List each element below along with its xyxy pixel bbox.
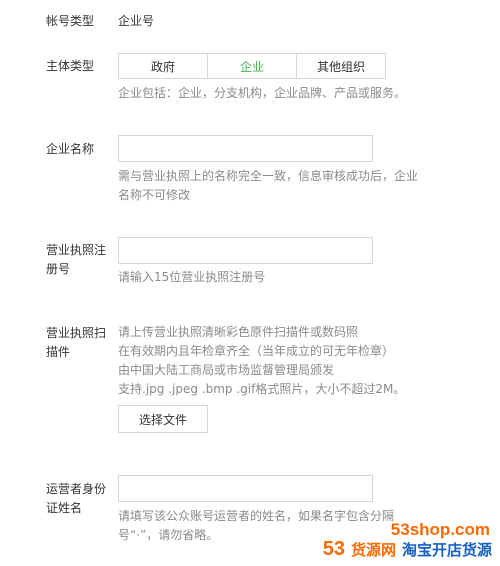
license-scan-hint-line4: 支持.jpg .jpeg .bmp .gif格式照片，大小不超过2M。 xyxy=(118,382,406,396)
license-scan-label-line2: 描件 xyxy=(46,345,71,359)
license-number-label-line1: 营业执照注 xyxy=(46,243,107,257)
entity-option-enterprise[interactable]: 企业 xyxy=(207,54,296,78)
operator-name-label-line1: 运营者身份 xyxy=(46,482,107,496)
license-scan-hint-line3: 由中国大陆工商局或市场监督管理局颁发 xyxy=(118,363,335,377)
license-scan-label-line1: 营业执照扫 xyxy=(46,326,107,340)
operator-name-hint-line1: 请填写该公众账号运营者的姓名，如果名字包含分隔 xyxy=(118,509,395,523)
license-number-label-line2: 册号 xyxy=(46,262,71,276)
entity-type-label: 主体类型 xyxy=(46,59,95,73)
license-number-input[interactable] xyxy=(118,237,373,264)
operator-name-hint-line2: 号“·”，请勿省略。 xyxy=(118,528,219,542)
entity-type-selector: 政府 企业 其他组织 xyxy=(118,53,386,79)
watermark-brand: 53 货源网 淘宝开店货源 xyxy=(323,538,492,561)
operator-name-label-line2: 证姓名 xyxy=(46,501,83,515)
company-name-hint-line1: 需与营业执照上的名称完全一致，信息审核成功后，企业 xyxy=(118,169,419,183)
watermark-url: 53shop.com xyxy=(390,520,490,539)
entity-type-hint: 企业包括：企业，分支机构，企业品牌、产品或服务。 xyxy=(118,86,407,100)
company-name-hint-line2: 名称不可修改 xyxy=(118,188,191,202)
entity-option-government[interactable]: 政府 xyxy=(119,54,207,78)
company-name-input[interactable] xyxy=(118,135,373,162)
account-type-label: 帐号类型 xyxy=(46,14,95,28)
entity-option-other[interactable]: 其他组织 xyxy=(296,54,385,78)
watermark-slogan: 淘宝开店货源 xyxy=(401,542,492,559)
license-scan-hint-line1: 请上传营业执照清晰彩色原件扫描件或数码照 xyxy=(118,325,359,339)
company-name-label: 企业名称 xyxy=(46,142,95,156)
watermark-brand-text: 货源网 xyxy=(350,542,396,559)
license-scan-hint-line2: 在有效期内且年检章齐全（当年成立的可无年检章） xyxy=(118,344,395,358)
operator-name-input[interactable] xyxy=(118,475,373,502)
choose-file-button[interactable]: 选择文件 xyxy=(118,405,208,433)
account-type-value: 企业号 xyxy=(118,14,155,28)
license-number-hint: 请输入15位营业执照注册号 xyxy=(118,270,266,284)
watermark-brand-number: 53 xyxy=(322,538,345,560)
